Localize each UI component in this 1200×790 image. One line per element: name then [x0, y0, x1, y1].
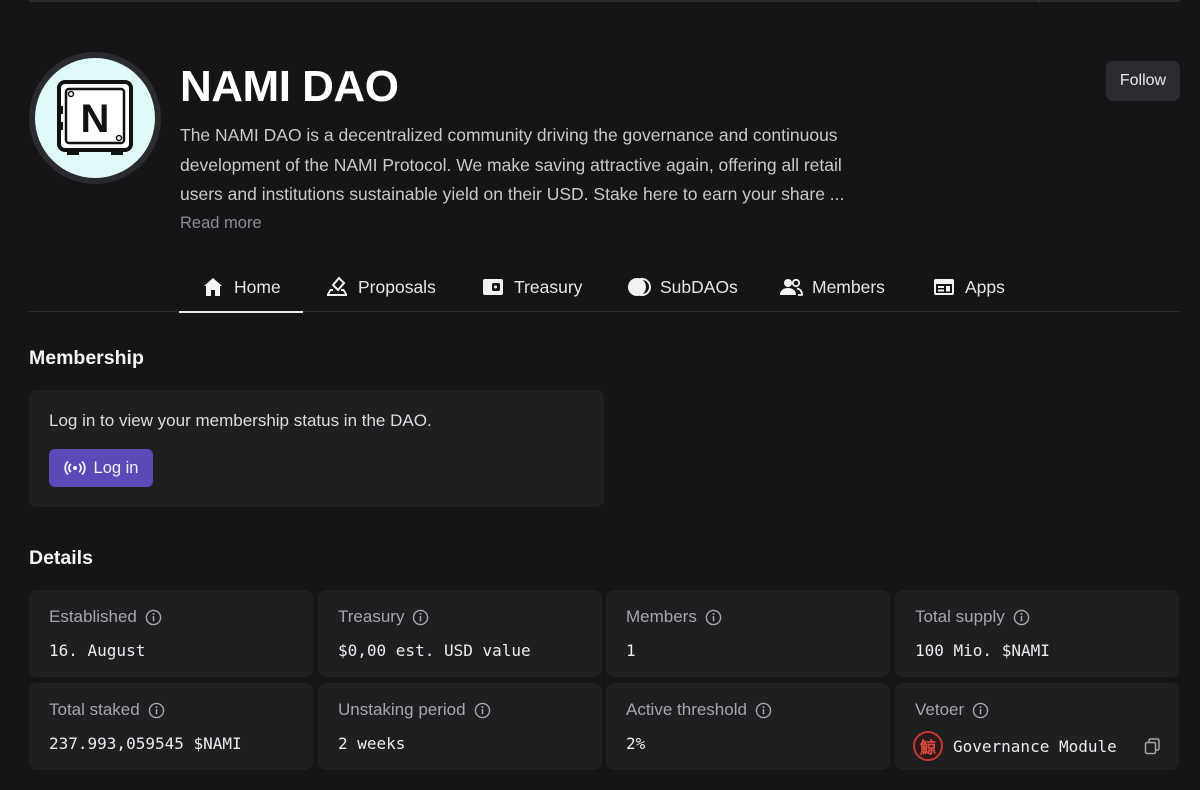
vetoer-row[interactable]: 鯨 Governance Module — [913, 731, 1161, 761]
vetoer-address: Governance Module — [953, 736, 1117, 756]
apps-icon — [934, 279, 954, 295]
info-icon[interactable] — [412, 609, 429, 626]
detail-value: 16. August — [49, 641, 146, 660]
membership-message: Log in to view your membership status in… — [49, 411, 432, 430]
detail-value: 2 weeks — [338, 734, 406, 753]
tab-label: Members — [812, 276, 885, 297]
info-icon[interactable] — [755, 702, 772, 719]
detail-card-total-staked: Total staked 237.993,059545 $NAMI — [29, 683, 313, 770]
details-title: Details — [29, 547, 93, 569]
info-icon[interactable] — [705, 609, 722, 626]
wallet-icon — [483, 279, 503, 295]
login-button[interactable]: Log in — [49, 449, 153, 487]
info-icon[interactable] — [148, 702, 165, 719]
broadcast-icon — [63, 460, 86, 476]
tab-members[interactable]: Members — [779, 262, 885, 312]
membership-card: Log in to view your membership status in… — [29, 390, 604, 507]
detail-value: $0,00 est. USD value — [338, 641, 531, 660]
tab-treasury[interactable]: Treasury — [481, 262, 582, 312]
detail-value: 2% — [626, 734, 646, 753]
home-icon — [204, 278, 222, 296]
dao-logo-icon: N — [57, 80, 133, 155]
tab-proposals[interactable]: Proposals — [325, 262, 436, 312]
circles-icon — [628, 278, 651, 296]
detail-card-established: Established 16. August — [29, 590, 313, 677]
tab-label: Proposals — [358, 276, 436, 297]
tab-home[interactable]: Home — [179, 262, 303, 313]
users-icon — [780, 278, 803, 296]
membership-title: Membership — [29, 347, 144, 369]
dao-title: NAMI DAO — [180, 62, 399, 111]
dao-description: The NAMI DAO is a decentralized communit… — [180, 125, 845, 204]
detail-value: 237.993,059545 $NAMI — [49, 734, 242, 753]
read-more-link[interactable]: Read more — [180, 214, 262, 233]
detail-value: 100 Mio. $NAMI — [915, 641, 1050, 660]
tab-apps[interactable]: Apps — [932, 262, 1005, 312]
detail-card-treasury: Treasury $0,00 est. USD value — [318, 590, 602, 677]
detail-label: Unstaking period — [338, 700, 466, 719]
detail-card-members: Members 1 — [606, 590, 890, 677]
detail-value: 1 — [626, 641, 636, 660]
detail-label: Total supply — [915, 607, 1005, 626]
detail-label: Active threshold — [626, 700, 747, 719]
svg-text:N: N — [81, 97, 110, 141]
tab-label: Treasury — [514, 276, 583, 297]
detail-card-unstaking-period: Unstaking period 2 weeks — [318, 683, 602, 770]
detail-label: Established — [49, 607, 137, 626]
tab-bar: Home Proposals Treasury SubDAOs Members … — [29, 262, 1180, 313]
vetoer-avatar: 鯨 — [913, 731, 943, 761]
tab-subdaos[interactable]: SubDAOs — [627, 262, 738, 312]
login-label: Log in — [93, 458, 139, 477]
detail-card-total-supply: Total supply 100 Mio. $NAMI — [895, 590, 1179, 677]
top-divider — [29, 0, 1180, 2]
info-icon[interactable] — [145, 609, 162, 626]
copy-icon[interactable] — [1143, 737, 1161, 755]
detail-label: Total staked — [49, 700, 140, 719]
detail-card-vetoer: Vetoer 鯨 Governance Module — [895, 683, 1179, 770]
ballot-icon — [327, 276, 347, 296]
tab-label: Home — [234, 276, 281, 297]
detail-label: Treasury — [338, 607, 405, 626]
tab-label: Apps — [965, 276, 1005, 297]
dao-avatar: N — [29, 52, 161, 184]
follow-button[interactable]: Follow — [1106, 61, 1180, 101]
detail-label: Vetoer — [915, 700, 965, 719]
info-icon[interactable] — [474, 702, 491, 719]
detail-label: Members — [626, 607, 697, 626]
info-icon[interactable] — [1013, 609, 1030, 626]
tab-label: SubDAOs — [660, 276, 738, 297]
detail-card-active-threshold: Active threshold 2% — [606, 683, 890, 770]
info-icon[interactable] — [972, 702, 989, 719]
